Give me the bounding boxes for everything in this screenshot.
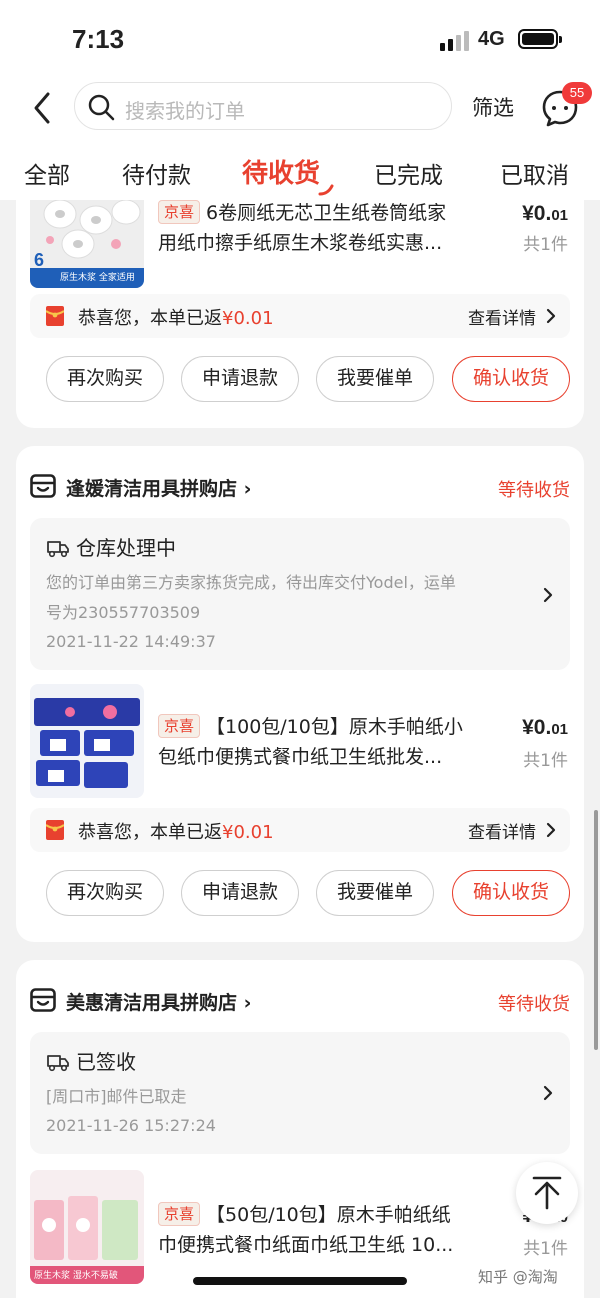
back-arrow-icon[interactable]: [28, 90, 58, 126]
chevron-right-icon: [543, 587, 553, 603]
chevron-right-icon: [543, 1085, 553, 1101]
red-envelope-icon: [46, 820, 64, 840]
thumbnail-caption: 原生木浆 湿水不易破: [34, 1271, 118, 1281]
red-envelope-icon: [46, 306, 64, 326]
jingxi-tag: 京喜: [158, 200, 201, 224]
shop-header[interactable]: 逢媛清洁用具拼购店 › 等待收货: [30, 472, 570, 502]
product-title-line1: 6卷厕纸无芯卫生纸卷筒纸家: [206, 202, 447, 224]
product-title[interactable]: 京喜 【50包/10包】原木手帕纸纸 巾便携式餐巾纸面巾纸卫生纸 10...: [158, 1200, 498, 1260]
shop-header[interactable]: 美惠清洁用具拼购店 › 等待收货: [30, 986, 570, 1016]
shop-name[interactable]: 逢媛清洁用具拼购店 ›: [66, 474, 251, 501]
order-card[interactable]: 6 原生木浆 全家适用 京喜 6卷厕纸无芯卫生纸卷筒纸家 用纸巾擦手纸原生木浆卷纸…: [16, 200, 584, 428]
signal-icon: [440, 31, 469, 51]
search-icon: [88, 94, 115, 121]
product-title[interactable]: 京喜 6卷厕纸无芯卫生纸卷筒纸家 用纸巾擦手纸原生木浆卷纸实惠...: [158, 200, 498, 258]
view-details-link[interactable]: 查看详情: [468, 304, 536, 329]
rebate-bar[interactable]: 恭喜您，本单已返¥0.01 查看详情: [30, 808, 570, 852]
order-status: 等待收货: [498, 480, 570, 501]
confirm-receipt-button[interactable]: 确认收货: [452, 356, 570, 402]
product-thumbnail[interactable]: [30, 684, 144, 798]
logistics-time: 2021-11-22 14:49:37: [46, 632, 216, 651]
product-title[interactable]: 京喜 【100包/10包】原木手帕纸小 包纸巾便携式餐巾纸卫生纸批发...: [158, 712, 498, 772]
jingxi-tag: 京喜: [158, 1202, 201, 1226]
logistics-panel[interactable]: 已签收 [周口市]邮件已取走 2021-11-26 15:27:24: [30, 1032, 570, 1154]
thumbnail-caption: 原生木浆 全家适用: [60, 273, 135, 283]
status-time: 7:13: [72, 24, 125, 54]
logistics-description: [周口市]邮件已取走: [46, 1087, 187, 1106]
tab-pending-receipt[interactable]: 待收货: [242, 153, 320, 190]
status-bar: 7:13 4G: [0, 0, 600, 78]
message-badge: 55: [562, 82, 592, 104]
logistics-time: 2021-11-26 15:27:24: [46, 1116, 216, 1135]
tissue-pack-image: [30, 1170, 144, 1284]
active-tab-indicator: [318, 184, 334, 196]
order-card[interactable]: 逢媛清洁用具拼购店 › 等待收货 仓库处理中 您的订单由第三方卖家拣货完成，待出…: [16, 446, 584, 942]
urge-order-button[interactable]: 我要催单: [316, 356, 434, 402]
chevron-right-icon: [546, 822, 556, 838]
watermark: 知乎 @淘淘: [478, 1268, 558, 1286]
confirm-receipt-button[interactable]: 确认收货: [452, 870, 570, 916]
arrow-up-icon: [532, 1176, 562, 1210]
tab-all[interactable]: 全部: [24, 156, 70, 190]
logistics-title: 仓库处理中: [46, 532, 176, 561]
tissue-pack-image: [30, 684, 144, 798]
jingxi-tag: 京喜: [158, 714, 201, 738]
buy-again-button[interactable]: 再次购买: [46, 356, 164, 402]
shop-name[interactable]: 美惠清洁用具拼购店 ›: [66, 988, 251, 1015]
order-card[interactable]: 美惠清洁用具拼购店 › 等待收货 已签收 [周口市]邮件已取走 2021-11-…: [16, 960, 584, 1298]
home-indicator: [193, 1277, 407, 1285]
truck-icon: [47, 541, 69, 558]
shop-icon: [30, 988, 56, 1012]
search-input[interactable]: 搜索我的订单: [74, 82, 452, 130]
tab-cancelled[interactable]: 已取消: [500, 156, 569, 190]
tab-completed[interactable]: 已完成: [374, 156, 443, 190]
network-type: 4G: [478, 28, 505, 50]
truck-icon: [47, 1055, 69, 1072]
product-title-line2: 包纸巾便携式餐巾纸卫生纸批发...: [158, 746, 443, 768]
product-thumbnail[interactable]: 6 原生木浆 全家适用: [30, 200, 144, 288]
request-refund-button[interactable]: 申请退款: [181, 356, 299, 402]
search-header: 搜索我的订单 筛选 55: [0, 78, 600, 142]
product-title-line2: 巾便携式餐巾纸面巾纸卫生纸 10...: [158, 1234, 454, 1256]
filter-button[interactable]: 筛选: [472, 92, 514, 122]
back-to-top-button[interactable]: [516, 1162, 578, 1224]
order-tabs: 全部 待付款 待收货 已完成 已取消: [0, 142, 600, 200]
chevron-right-icon: [546, 308, 556, 324]
product-quantity: 共1件: [523, 1239, 568, 1259]
product-quantity: 共1件: [523, 235, 568, 255]
rebate-bar[interactable]: 恭喜您，本单已返¥0.01 查看详情: [30, 294, 570, 338]
logistics-description: 您的订单由第三方卖家拣货完成，待出库交付Yodel，运单 号为2305577035…: [46, 573, 456, 622]
shop-icon: [30, 474, 56, 498]
buy-again-button[interactable]: 再次购买: [46, 870, 164, 916]
tab-pending-payment[interactable]: 待付款: [122, 156, 191, 190]
rebate-text: 恭喜您，本单已返¥0.01: [78, 308, 274, 329]
request-refund-button[interactable]: 申请退款: [181, 870, 299, 916]
logistics-title: 已签收: [46, 1046, 136, 1075]
urge-order-button[interactable]: 我要催单: [316, 870, 434, 916]
rebate-text: 恭喜您，本单已返¥0.01: [78, 822, 274, 843]
product-title-line1: 【100包/10包】原木手帕纸小: [206, 716, 463, 738]
product-price: ¥0.01: [522, 716, 568, 739]
order-status: 等待收货: [498, 994, 570, 1015]
battery-icon: [518, 29, 562, 49]
logistics-panel[interactable]: 仓库处理中 您的订单由第三方卖家拣货完成，待出库交付Yodel，运单 号为2305…: [30, 518, 570, 670]
product-thumbnail[interactable]: 原生木浆 湿水不易破: [30, 1170, 144, 1284]
product-quantity: 共1件: [523, 751, 568, 771]
scrollbar[interactable]: [594, 810, 598, 1050]
product-title-line2: 用纸巾擦手纸原生木浆卷纸实惠...: [158, 232, 443, 254]
svg-text:6: 6: [34, 250, 44, 270]
product-price: ¥0.01: [522, 202, 568, 225]
view-details-link[interactable]: 查看详情: [468, 818, 536, 843]
search-placeholder: 搜索我的订单: [125, 99, 245, 123]
product-title-line1: 【50包/10包】原木手帕纸纸: [206, 1204, 451, 1226]
